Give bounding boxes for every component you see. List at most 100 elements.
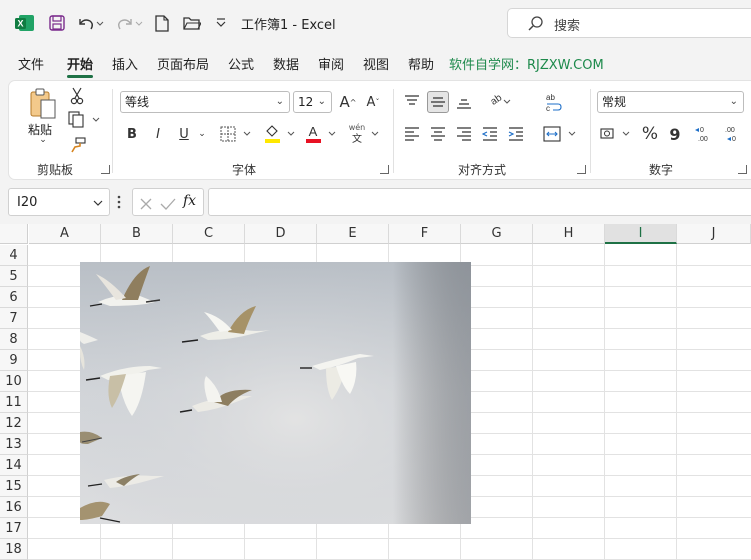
font-name-value: 等线	[125, 95, 150, 109]
select-all-corner[interactable]	[0, 224, 28, 244]
phonetic-guide-icon[interactable]: wén 文	[347, 121, 383, 147]
egrets-in-flight-photo[interactable]	[80, 262, 471, 524]
row-header[interactable]: 6	[0, 287, 28, 308]
merge-center-icon[interactable]	[543, 123, 579, 145]
svg-text:c: c	[546, 104, 550, 112]
search-icon	[528, 15, 544, 35]
font-size-dropdown[interactable]: 12 ⌄	[293, 91, 332, 113]
increase-font-icon[interactable]: A ^	[339, 92, 357, 112]
underline-dropdown-icon[interactable]: ⌄	[196, 125, 208, 143]
column-header-f[interactable]: F	[389, 224, 461, 244]
border-icon[interactable]	[219, 124, 255, 144]
formula-input[interactable]	[208, 188, 751, 216]
number-launcher-icon[interactable]	[738, 165, 747, 174]
orientation-icon[interactable]: ab	[481, 91, 515, 113]
column-header-c[interactable]: C	[173, 224, 245, 244]
decrease-decimal-icon[interactable]: .00 0	[721, 123, 743, 145]
align-top-icon[interactable]	[401, 91, 423, 113]
tab-help[interactable]: 帮助	[408, 54, 434, 73]
font-launcher-icon[interactable]	[380, 165, 389, 174]
row-header[interactable]: 4	[0, 245, 28, 266]
row-header[interactable]: 15	[0, 476, 28, 497]
align-right-icon[interactable]	[453, 123, 475, 145]
bold-button[interactable]: B	[123, 123, 141, 145]
grid-line	[676, 244, 677, 560]
column-header-d[interactable]: D	[245, 224, 317, 244]
cut-icon[interactable]	[69, 87, 85, 105]
column-header-e[interactable]: E	[317, 224, 389, 244]
increase-decimal-icon[interactable]: 0.00	[693, 123, 715, 145]
row-header[interactable]: 7	[0, 308, 28, 329]
format-painter-icon[interactable]	[69, 136, 87, 154]
align-bottom-icon[interactable]	[453, 91, 475, 113]
more-options-icon[interactable]	[117, 194, 121, 213]
svg-text:ab: ab	[489, 92, 505, 108]
paste-dropdown-icon[interactable]: ⌄	[38, 135, 48, 145]
decrease-font-icon[interactable]: Aˇ	[364, 92, 382, 112]
tab-data[interactable]: 数据	[273, 54, 299, 73]
fill-color-icon[interactable]	[263, 123, 299, 145]
row-header[interactable]: 10	[0, 371, 28, 392]
row-header[interactable]: 9	[0, 350, 28, 371]
tab-review[interactable]: 审阅	[318, 54, 344, 73]
copy-icon[interactable]	[67, 111, 101, 129]
italic-button[interactable]: I	[149, 123, 167, 145]
row-header[interactable]: 17	[0, 518, 28, 539]
svg-text:A: A	[309, 124, 318, 139]
align-left-icon[interactable]	[401, 123, 423, 145]
row-header[interactable]: 12	[0, 413, 28, 434]
new-file-icon[interactable]	[151, 12, 173, 34]
align-center-icon[interactable]	[427, 123, 449, 145]
tab-formulas[interactable]: 公式	[228, 54, 254, 73]
row-header[interactable]: 11	[0, 392, 28, 413]
tab-view[interactable]: 视图	[363, 54, 389, 73]
tab-file[interactable]: 文件	[18, 54, 44, 73]
decrease-indent-icon[interactable]	[479, 123, 501, 145]
clipboard-launcher-icon[interactable]	[101, 165, 110, 174]
column-header-g[interactable]: G	[461, 224, 533, 244]
phonetic-bottom: 文	[352, 132, 362, 145]
cancel-icon[interactable]	[139, 196, 153, 215]
tab-insert[interactable]: 插入	[112, 54, 138, 73]
redo-icon[interactable]	[114, 12, 144, 34]
number-format-dropdown[interactable]: 常规 ⌄	[597, 91, 744, 113]
column-header-j[interactable]: J	[677, 224, 751, 244]
svg-text:.00: .00	[725, 127, 735, 134]
name-box[interactable]: I20	[8, 188, 110, 216]
align-middle-button[interactable]	[427, 91, 449, 113]
row-header[interactable]: 13	[0, 434, 28, 455]
customize-qat-icon[interactable]	[212, 12, 230, 34]
row-header[interactable]: 8	[0, 329, 28, 350]
font-color-icon[interactable]: A	[304, 123, 340, 145]
undo-icon[interactable]	[75, 12, 105, 34]
font-name-dropdown[interactable]: 等线 ⌄	[120, 91, 290, 113]
column-header-a[interactable]: A	[29, 224, 101, 244]
row-header[interactable]: 18	[0, 539, 28, 560]
alignment-launcher-icon[interactable]	[577, 165, 586, 174]
row-header[interactable]: 16	[0, 497, 28, 518]
column-header-b[interactable]: B	[101, 224, 173, 244]
tab-page-layout[interactable]: 页面布局	[157, 54, 209, 73]
column-header-h[interactable]: H	[533, 224, 605, 244]
separator	[590, 89, 591, 173]
paste-icon[interactable]	[27, 87, 59, 121]
row-header[interactable]: 5	[0, 266, 28, 287]
insert-function-button[interactable]: fx	[183, 193, 196, 209]
search-box[interactable]: 搜索	[507, 8, 751, 38]
increase-indent-icon[interactable]	[505, 123, 527, 145]
enter-icon[interactable]	[160, 196, 176, 215]
wrap-text-icon[interactable]: ab c	[543, 91, 565, 113]
tab-home[interactable]: 开始	[67, 54, 94, 78]
open-folder-icon[interactable]	[181, 12, 203, 34]
accounting-format-icon[interactable]	[599, 123, 635, 145]
row-header[interactable]: 14	[0, 455, 28, 476]
column-header-i[interactable]: I	[605, 224, 677, 244]
underline-button[interactable]: U	[175, 123, 193, 145]
percent-button[interactable]: %	[640, 122, 660, 146]
chevron-down-icon: ⌄	[729, 96, 738, 107]
formula-controls: fx	[132, 188, 204, 216]
comma-style-button[interactable]: 9	[666, 122, 684, 146]
save-icon[interactable]	[46, 12, 68, 34]
chevron-down-icon[interactable]	[93, 195, 103, 214]
tab-rjzxw[interactable]: 软件自学网：RJZXW.COM	[449, 54, 604, 73]
